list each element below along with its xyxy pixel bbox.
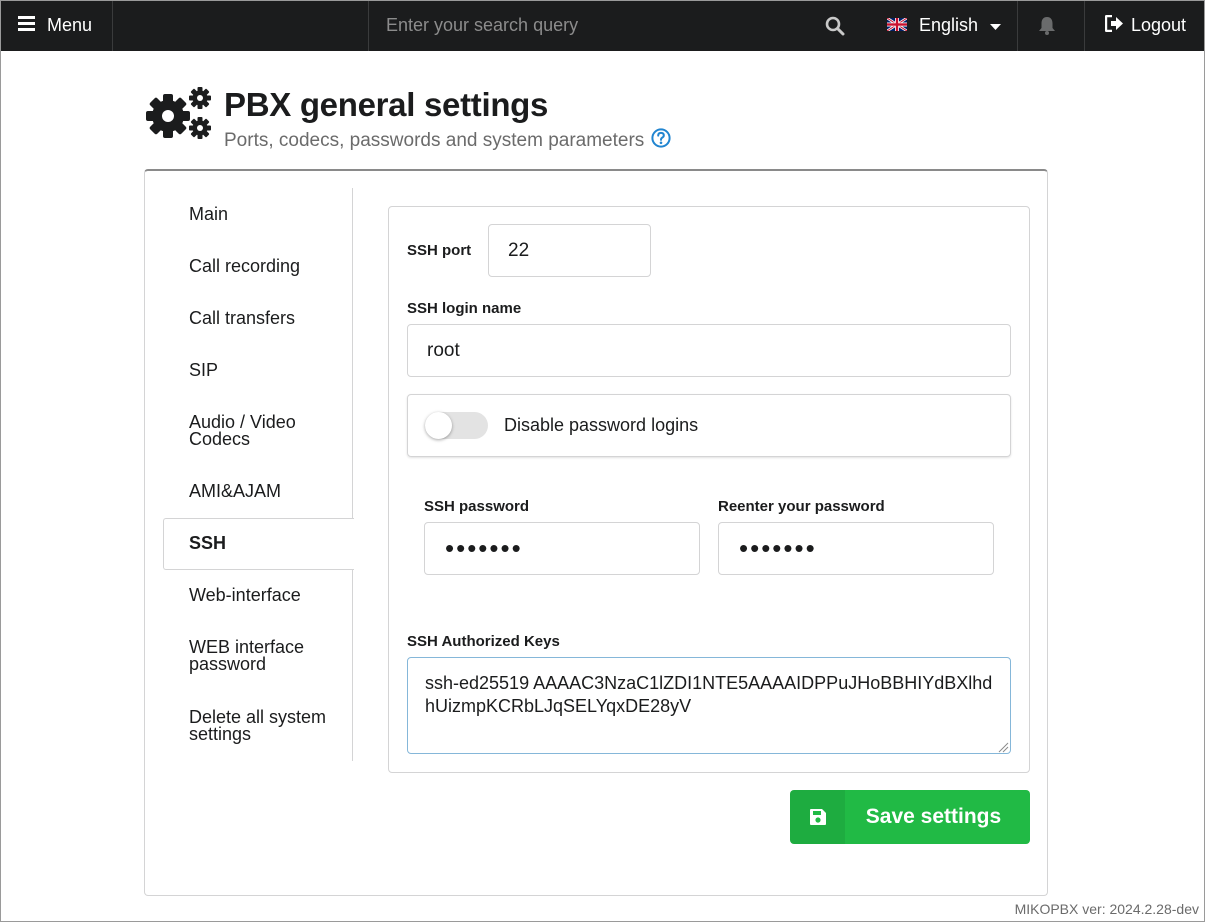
reenter-password-label: Reenter your password	[718, 498, 885, 515]
sidebar-item-web-interface[interactable]: Web-interface	[189, 586, 301, 604]
ssh-port-input[interactable]	[488, 224, 651, 277]
search-icon[interactable]	[824, 0, 846, 51]
toggle-knob	[425, 412, 452, 439]
bell-icon[interactable]	[1038, 0, 1056, 51]
menu-label: Menu	[47, 15, 93, 35]
sidebar-item-call-transfers[interactable]: Call transfers	[189, 309, 295, 327]
ssh-password-label: SSH password	[424, 498, 530, 515]
question-circle-icon[interactable]	[651, 128, 671, 154]
ssh-password-input[interactable]	[424, 522, 700, 575]
sidebar-item-call-recording[interactable]: Call recording	[189, 257, 300, 275]
sign-out-icon	[1104, 14, 1124, 37]
cogs-icon	[144, 86, 212, 142]
caret-down-icon	[990, 15, 1002, 36]
ssh-port-label: SSH port	[407, 242, 472, 259]
page-title: PBX general settings	[224, 86, 549, 123]
top-menu-bar: Menu English Logout	[0, 0, 1205, 51]
sidebar-item-sip[interactable]: SIP	[189, 361, 218, 379]
disable-password-label[interactable]: Disable password logins	[504, 415, 698, 436]
reenter-password-input[interactable]	[718, 522, 994, 575]
divider	[112, 0, 113, 51]
sidebar-item-delete-all-settings[interactable]: Delete all system settings	[189, 708, 339, 743]
language-dropdown[interactable]: English	[886, 0, 1002, 51]
logout-label: Logout	[1131, 15, 1187, 35]
sidebar-item-web-interface-password[interactable]: WEB interface password	[189, 638, 339, 673]
disable-password-toggle[interactable]	[425, 412, 488, 439]
hamburger-icon	[18, 15, 35, 36]
page-subtitle-text: Ports, codecs, passwords and system para…	[224, 130, 645, 151]
menu-button[interactable]: Menu	[18, 0, 92, 51]
divider	[1017, 0, 1018, 51]
sidebar-item-ssh[interactable]: SSH	[189, 534, 226, 552]
ssh-authorized-keys-textarea[interactable]: ssh-ed25519 AAAAC3NzaC1lZDI1NTE5AAAAIDPP…	[407, 657, 1011, 754]
search-input[interactable]	[369, 0, 817, 51]
sidebar-item-main[interactable]: Main	[189, 205, 228, 223]
divider	[1084, 0, 1085, 51]
sidebar-divider	[352, 188, 353, 761]
save-settings-label: Save settings	[865, 805, 1002, 828]
ssh-authorized-keys-label: SSH Authorized Keys	[407, 633, 560, 650]
save-icon	[790, 790, 845, 844]
resize-grip-icon[interactable]	[997, 740, 1009, 753]
version-footer: MIKOPBX ver: 2024.2.28-dev	[1014, 901, 1199, 917]
language-label: English	[919, 15, 979, 35]
sidebar-item-ami-ajam[interactable]: AMI&AJAM	[189, 482, 281, 500]
save-settings-button[interactable]: Save settings	[790, 790, 1030, 844]
sidebar-item-audio-video-codecs[interactable]: Audio / Video Codecs	[189, 413, 329, 448]
logout-button[interactable]: Logout	[1104, 0, 1187, 51]
page-subtitle: Ports, codecs, passwords and system para…	[224, 128, 671, 154]
ssh-login-input[interactable]	[407, 324, 1011, 377]
ssh-login-label: SSH login name	[407, 300, 522, 317]
disable-password-toggle-container: Disable password logins	[407, 394, 1011, 457]
uk-flag-icon	[886, 15, 908, 36]
